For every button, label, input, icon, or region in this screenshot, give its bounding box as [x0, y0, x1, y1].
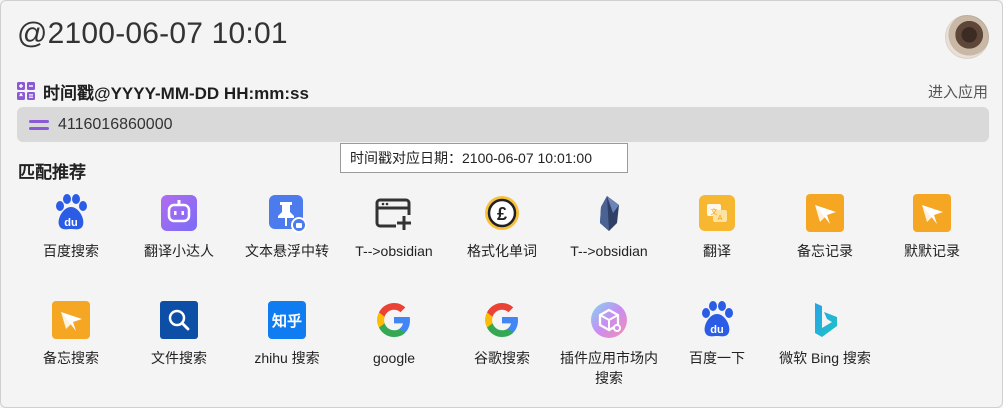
- recommend-item-label: 百度搜索: [43, 243, 99, 259]
- plugin-row: 时间戳@YYYY-MM-DD HH:mm:ss: [17, 81, 986, 103]
- google-icon: [372, 298, 416, 342]
- recommend-item-label: 微软 Bing 搜索: [779, 350, 871, 366]
- recommend-item-label: 格式化单词: [467, 243, 537, 259]
- memo-icon: [803, 191, 847, 235]
- calculator-icon: [17, 82, 35, 100]
- pin-icon: [265, 191, 309, 235]
- memo-icon: [910, 191, 954, 235]
- recommend-item[interactable]: T-->obsidian: [340, 191, 448, 261]
- recommend-item[interactable]: google: [340, 298, 448, 368]
- recommend-item[interactable]: 默默记录: [878, 191, 986, 261]
- svg-text:知乎: 知乎: [272, 312, 302, 330]
- svg-text:du: du: [64, 217, 77, 229]
- plugin-market-icon: [587, 298, 631, 342]
- recommend-item[interactable]: 文本悬浮中转: [233, 191, 341, 261]
- result-title: @2100-06-07 10:01: [17, 17, 288, 50]
- recommend-item[interactable]: T-->obsidian: [555, 191, 663, 261]
- svg-text:du: du: [710, 324, 723, 336]
- translate-bot-icon: [157, 191, 201, 235]
- recommend-item-label: 百度一下: [689, 350, 745, 366]
- recommend-item[interactable]: £ 格式化单词: [448, 191, 556, 261]
- recommend-item-label: 谷歌搜索: [474, 350, 530, 366]
- recommend-item[interactable]: 备忘搜索: [17, 298, 125, 368]
- google-icon: [480, 298, 524, 342]
- file-search-icon: [157, 298, 201, 342]
- plugin-name: 时间戳@YYYY-MM-DD HH:mm:ss: [43, 83, 309, 103]
- pound-icon: £: [480, 191, 524, 235]
- recommend-item-label: T-->obsidian: [570, 243, 648, 259]
- recommend-item-label: 翻译: [703, 243, 731, 259]
- obsidian-icon: [587, 191, 631, 235]
- recommend-item-label: 翻译小达人: [144, 243, 214, 259]
- recommend-item-label: 文件搜索: [151, 350, 207, 366]
- recommend-item[interactable]: 备忘记录: [771, 191, 879, 261]
- recommend-item-label: zhihu 搜索: [254, 350, 320, 366]
- section-title: 匹配推荐: [18, 163, 86, 182]
- svg-text:文: 文: [711, 207, 718, 216]
- baidu-icon: du: [49, 191, 93, 235]
- recommend-item-label: 备忘记录: [797, 243, 853, 259]
- recommend-item-label: 默默记录: [904, 243, 960, 259]
- recommend-item[interactable]: 文件搜索: [125, 298, 233, 368]
- input-value: 4116016860000: [58, 115, 173, 133]
- recommend-item-label: 插件应用市场内搜索: [560, 350, 658, 386]
- recommend-item[interactable]: 文 A 翻译: [663, 191, 771, 261]
- recommend-item[interactable]: 微软 Bing 搜索: [771, 298, 879, 368]
- launcher-window: @2100-06-07 10:01 时间戳@YYYY-MM-DD HH:mm:s…: [0, 0, 1003, 408]
- bing-icon: [803, 298, 847, 342]
- recommend-item-label: google: [372, 350, 416, 366]
- recommend-item[interactable]: du 百度一下: [663, 298, 771, 368]
- recommend-item[interactable]: du 百度搜索: [17, 191, 125, 261]
- recommend-item-label: T-->obsidian: [355, 243, 433, 259]
- baidu-icon: du: [695, 298, 739, 342]
- recommend-item-label: 备忘搜索: [43, 350, 99, 366]
- recommend-item[interactable]: 谷歌搜索: [448, 298, 556, 368]
- window-add-icon: [372, 191, 416, 235]
- recommend-item[interactable]: 翻译小达人: [125, 191, 233, 261]
- memo-icon: [49, 298, 93, 342]
- svg-text:A: A: [718, 215, 723, 222]
- result-input[interactable]: 4116016860000: [17, 107, 989, 142]
- svg-text:£: £: [497, 204, 507, 224]
- user-avatar[interactable]: [945, 15, 989, 59]
- recommend-item[interactable]: 知乎 zhihu 搜索: [233, 298, 341, 368]
- translate-icon: 文 A: [695, 191, 739, 235]
- zhihu-icon: 知乎: [265, 298, 309, 342]
- recommend-item-label: 文本悬浮中转: [245, 243, 329, 259]
- enter-app-link[interactable]: 进入应用: [928, 81, 988, 102]
- equals-icon: [29, 119, 49, 130]
- recommend-item[interactable]: 插件应用市场内搜索: [555, 298, 663, 388]
- tooltip: 时间戳对应日期：2100-06-07 10:01:00: [340, 143, 628, 173]
